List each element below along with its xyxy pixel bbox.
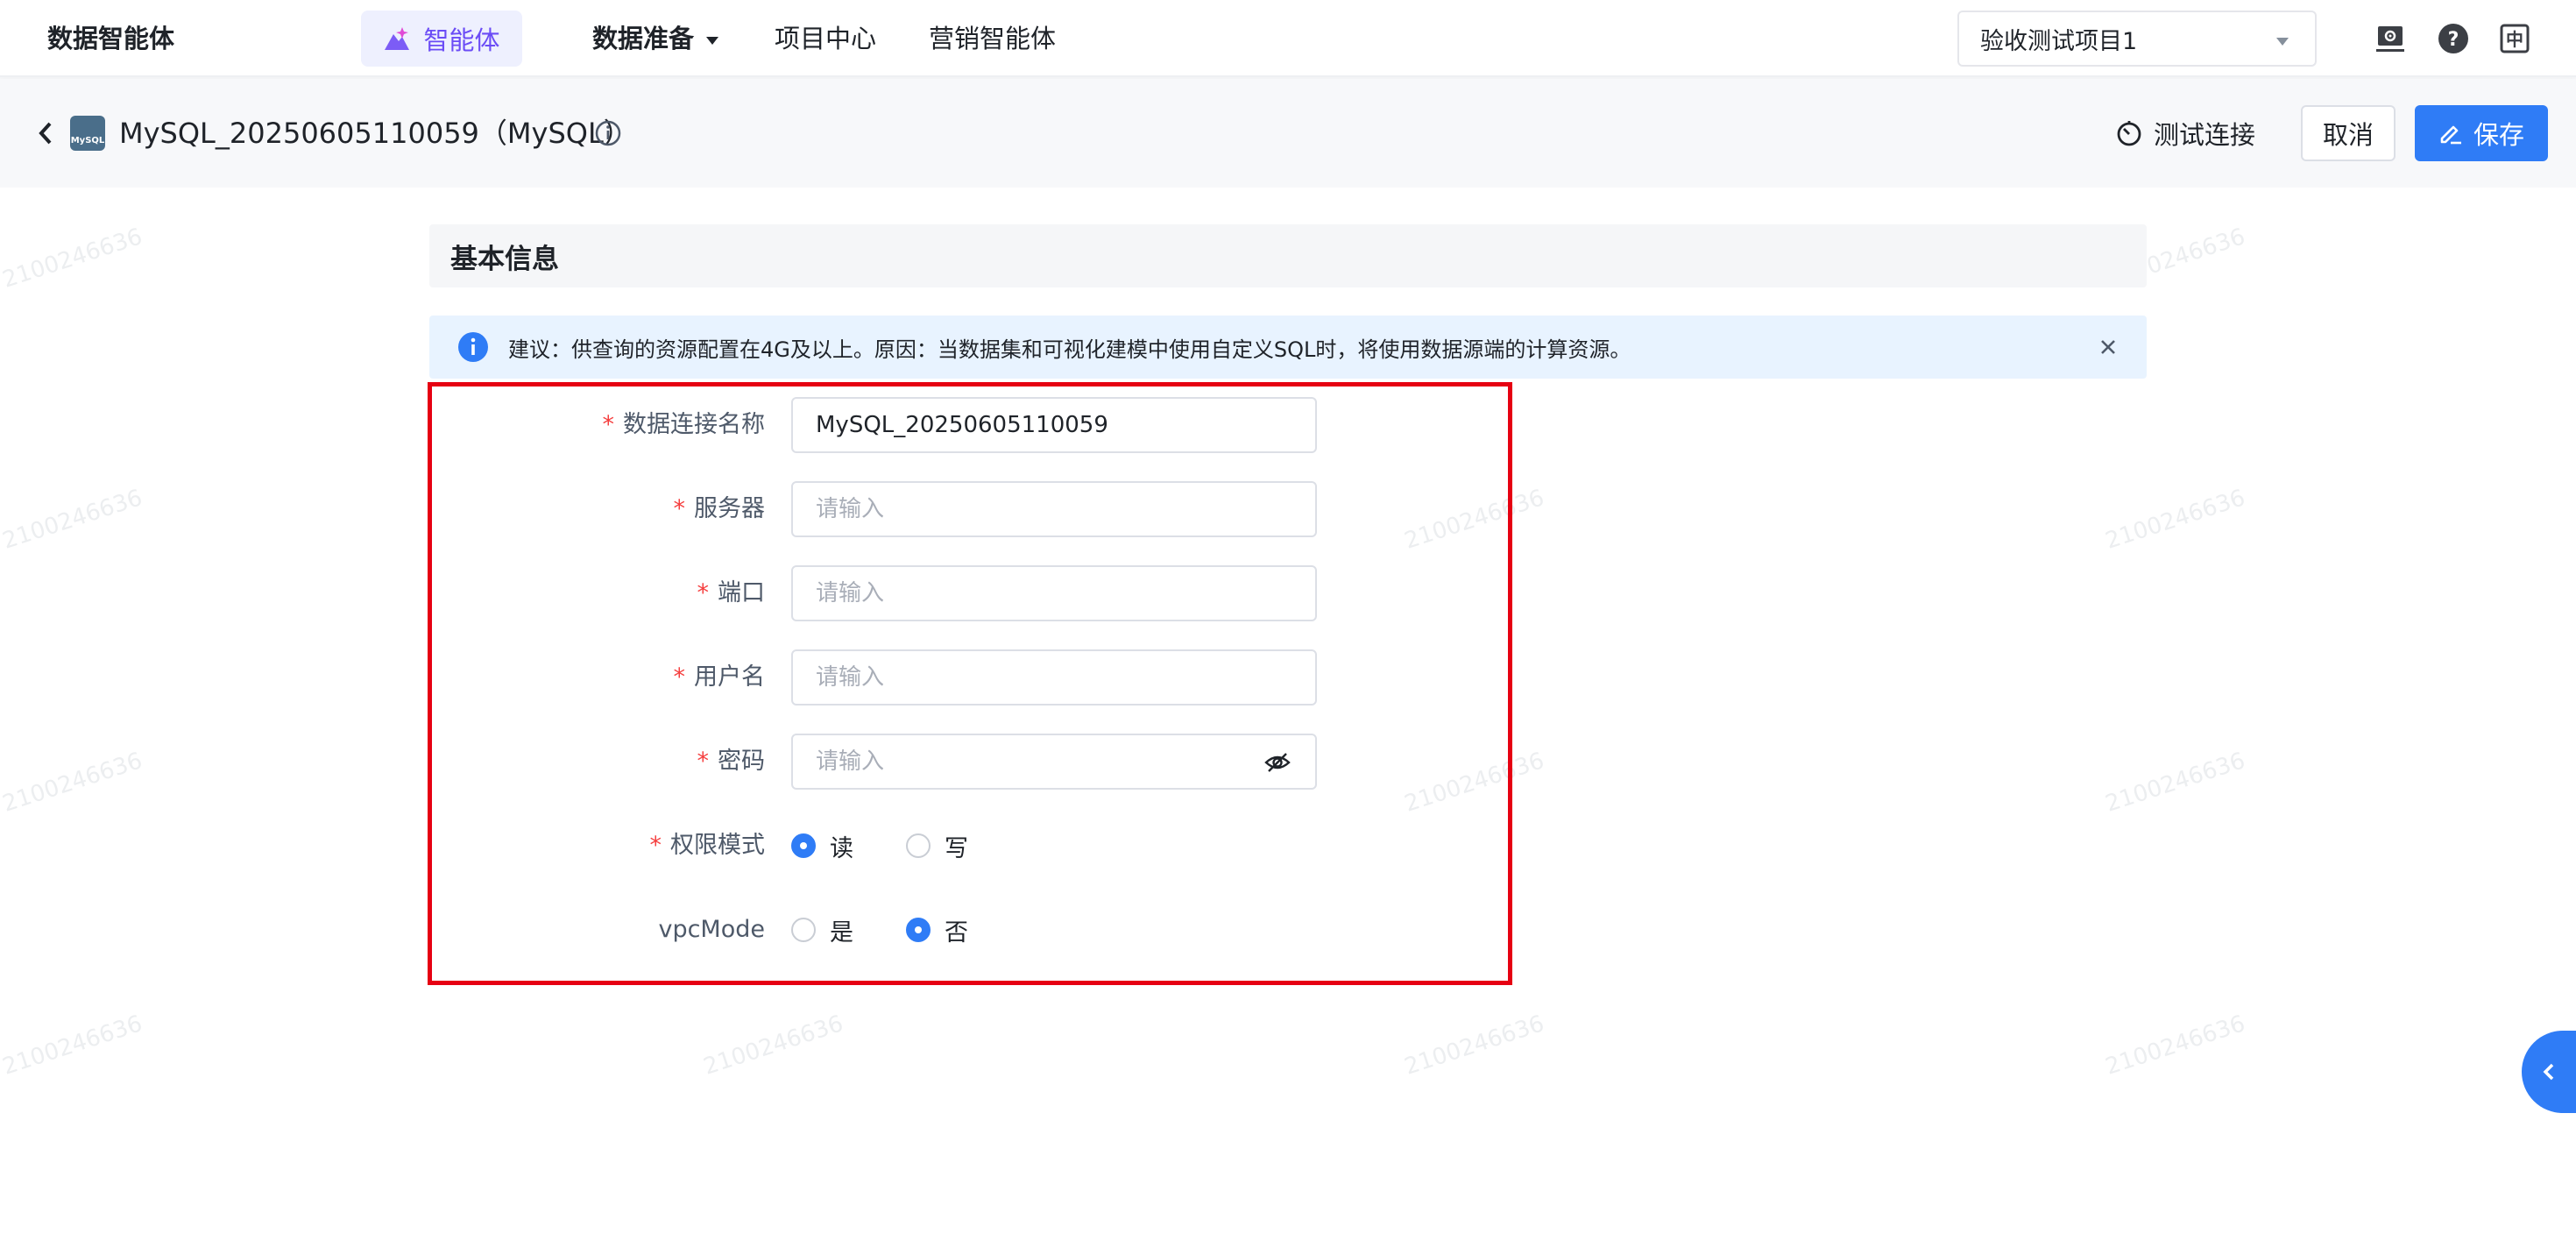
permission-option-write[interactable]: 写: [906, 829, 968, 863]
watermark: 2100246636: [2102, 1011, 2249, 1081]
radio-unchecked[interactable]: [791, 918, 816, 942]
cancel-button[interactable]: 取消: [2301, 105, 2396, 161]
language-switch-icon[interactable]: 中: [2497, 21, 2532, 56]
timer-icon: [2117, 121, 2141, 146]
connection-name-input[interactable]: [791, 397, 1317, 453]
password-input[interactable]: [791, 734, 1317, 790]
vpc-option-yes[interactable]: 是: [791, 913, 853, 947]
highlighted-form-region: *数据连接名称 *服务器 *端口 *用户名 *密码 *权限模式: [428, 382, 1512, 985]
form-row-password: * 密码: [432, 734, 1517, 790]
close-icon[interactable]: [2096, 335, 2120, 359]
mountain-sparkle-icon: [385, 27, 410, 50]
svg-text:?: ?: [2448, 29, 2459, 51]
mysql-logo: MySQL: [70, 116, 105, 151]
save-label: 保存: [2473, 120, 2524, 150]
permission-label: * 权限模式: [649, 832, 766, 859]
radio-unchecked[interactable]: [906, 833, 931, 858]
form-row-connection-name: * 数据连接名称: [432, 397, 1517, 453]
form-row-username: * 用户名: [432, 649, 1517, 706]
server-input[interactable]: [791, 481, 1317, 537]
nav-item-marketing-agent[interactable]: 营销智能体: [929, 19, 1056, 58]
section-title: 基本信息: [450, 243, 559, 275]
info-circle-icon[interactable]: [594, 119, 622, 147]
nav-data-prep-label: 数据准备: [592, 24, 695, 53]
username-label: * 用户名: [673, 663, 766, 691]
vpc-option-no[interactable]: 否: [906, 913, 968, 947]
project-select-value: 验收测试项目1: [1980, 27, 2138, 55]
vpc-mode-label: vpcMode: [658, 916, 765, 943]
info-icon: [458, 332, 488, 362]
port-label: * 端口: [697, 579, 766, 606]
alert-message: 建议：供查询的资源配置在4G及以上。原因：当数据集和可视化建模中使用自定义SQL…: [508, 337, 1631, 362]
server-label: * 服务器: [673, 495, 766, 522]
vpc-mode-radio-group: 是 否: [791, 902, 1021, 958]
brand-name[interactable]: 数据智能体: [47, 19, 174, 58]
chevron-left-icon: [39, 122, 52, 145]
form-row-vpc-mode: vpcMode 是 否: [432, 902, 1517, 958]
content-area: 2100246636 2100246636 2100246636 2100246…: [0, 188, 2576, 1241]
username-input[interactable]: [791, 649, 1317, 706]
nav-agent-label: 智能体: [423, 25, 500, 55]
eye-off-icon[interactable]: [1264, 749, 1291, 776]
edit-pen-icon: [2440, 125, 2461, 145]
permission-radio-group: 读 写: [791, 818, 1021, 874]
test-connection-label: 测试连接: [2154, 120, 2256, 150]
caret-down-icon: [2276, 38, 2289, 46]
top-navigation-bar: 数据智能体 智能体 数据准备 项目中心 营销智能体 验收测试项目1 ? 中: [0, 0, 2576, 77]
watermark: 2100246636: [0, 1011, 146, 1081]
language-glyph: 中: [2506, 29, 2523, 50]
chevron-down-icon: [706, 36, 719, 45]
password-label: * 密码: [697, 748, 766, 775]
test-connection-button[interactable]: 测试连接: [2115, 112, 2255, 154]
info-alert: 建议：供查询的资源配置在4G及以上。原因：当数据集和可视化建模中使用自定义SQL…: [429, 316, 2147, 379]
form-row-port: * 端口: [432, 565, 1517, 621]
form-row-permission: * 权限模式 读 写: [432, 818, 1517, 874]
page-header: MySQL MySQL_20250605110059（MySQL） 测试连接 取…: [0, 79, 2576, 188]
radio-checked[interactable]: [791, 833, 816, 858]
watermark: 2100246636: [0, 223, 146, 294]
project-select[interactable]: 验收测试项目1: [1957, 11, 2317, 67]
chevron-left-icon: [2543, 1063, 2554, 1081]
radio-checked[interactable]: [906, 918, 931, 942]
help-icon[interactable]: ?: [2436, 21, 2471, 56]
watermark: 2100246636: [0, 485, 146, 555]
section-header: 基本信息: [429, 224, 2147, 287]
watermark: 2100246636: [0, 748, 146, 818]
port-input[interactable]: [791, 565, 1317, 621]
save-button[interactable]: 保存: [2415, 105, 2548, 161]
nav-item-project-center[interactable]: 项目中心: [775, 19, 876, 58]
watermark: 2100246636: [1401, 1011, 1548, 1081]
connection-name-label: * 数据连接名称: [602, 411, 766, 438]
watermark: 2100246636: [2102, 748, 2249, 818]
nav-item-agent[interactable]: 智能体: [361, 11, 522, 67]
back-button[interactable]: [28, 114, 63, 152]
nav-item-data-prep[interactable]: 数据准备: [592, 19, 719, 58]
watermark: 2100246636: [2102, 485, 2249, 555]
watermark: 2100246636: [700, 1011, 847, 1081]
permission-option-read[interactable]: 读: [791, 829, 853, 863]
form-row-server: * 服务器: [432, 481, 1517, 537]
page-title: MySQL_20250605110059（MySQL）: [119, 117, 632, 150]
admin-console-icon[interactable]: [2373, 21, 2408, 56]
